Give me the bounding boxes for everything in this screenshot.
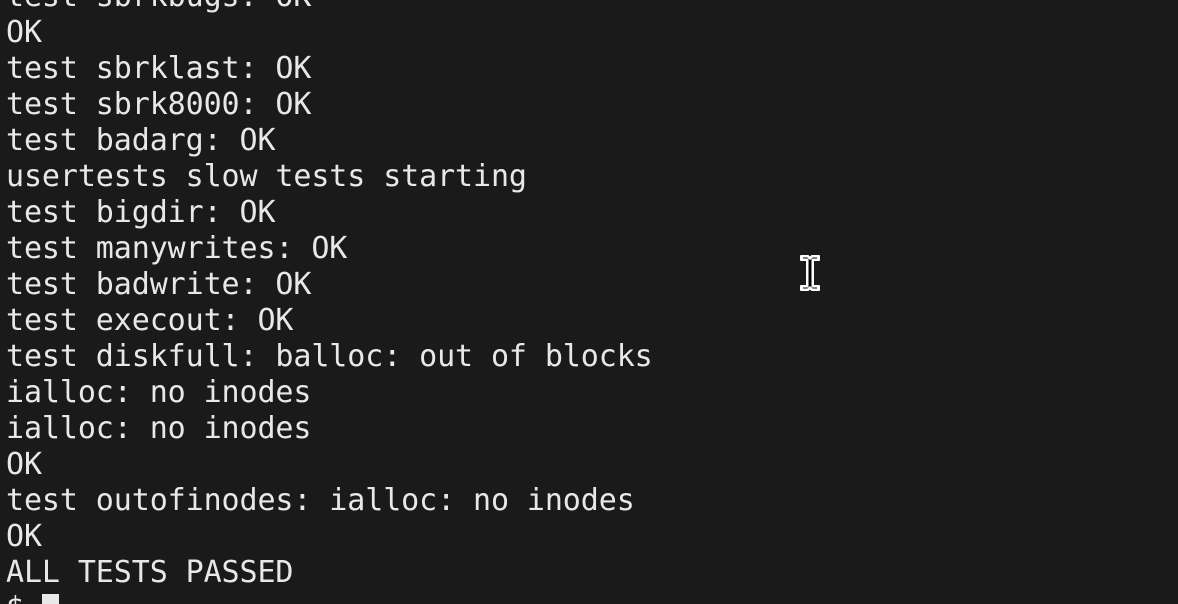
output-line: test bigdir: OK (6, 195, 276, 230)
text-cursor-block (42, 594, 60, 604)
output-line: ialloc: no inodes (6, 411, 312, 446)
text-ibeam-icon (800, 255, 820, 291)
prompt-symbol: $ (6, 591, 42, 604)
output-line: test outofinodes: ialloc: no inodes (6, 483, 635, 518)
output-line: test execout: OK (6, 303, 294, 338)
output-line: test sbrk8000: OK (6, 87, 312, 122)
command-prompt-line[interactable]: $ (6, 591, 653, 604)
output-line: ialloc: no inodes (6, 375, 312, 410)
output-line: test badarg: OK (6, 123, 276, 158)
output-line: test sbrkbugs: OK (6, 0, 653, 15)
output-line: OK (6, 447, 42, 482)
output-line: test sbrklast: OK (6, 51, 312, 86)
output-line: test diskfull: balloc: out of blocks (6, 339, 653, 374)
output-line: usertests slow tests starting (6, 159, 527, 194)
terminal-window[interactable]: test sbrkbugs: OK OK test sbrklast: OK t… (0, 0, 1178, 604)
output-line: OK (6, 15, 42, 50)
output-line: test badwrite: OK (6, 267, 312, 302)
output-line: OK (6, 519, 42, 554)
terminal-output: test sbrkbugs: OK OK test sbrklast: OK t… (6, 0, 653, 604)
output-line: ALL TESTS PASSED (6, 555, 294, 590)
output-line: test manywrites: OK (6, 231, 348, 266)
